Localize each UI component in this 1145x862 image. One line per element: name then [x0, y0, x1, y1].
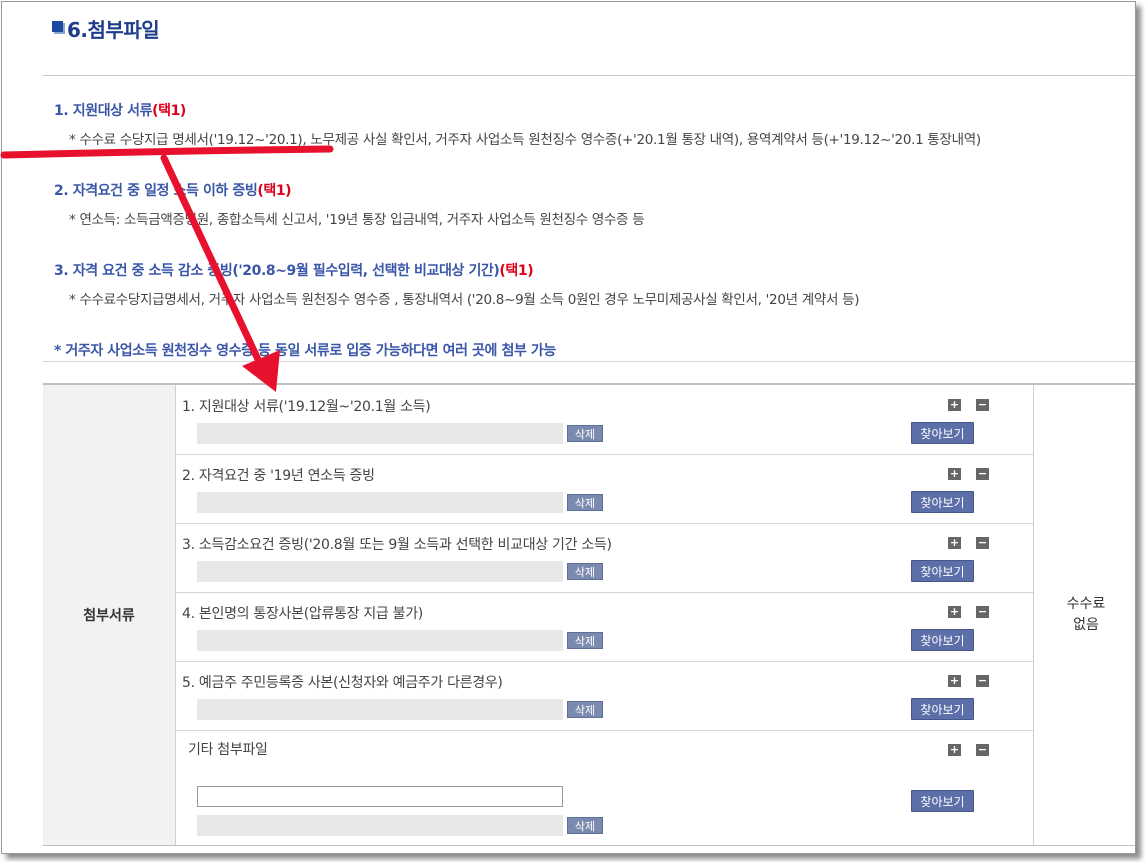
- remove-row-button[interactable]: −: [976, 606, 989, 618]
- add-row-button[interactable]: +: [948, 399, 961, 411]
- delete-button[interactable]: 삭제: [567, 425, 603, 442]
- row-controls: + −: [948, 399, 989, 411]
- file-path-input[interactable]: [197, 786, 563, 807]
- delete-button[interactable]: 삭제: [567, 632, 603, 649]
- delete-button[interactable]: 삭제: [567, 494, 603, 511]
- requirement-title: 2. 자격요건 중 일정 소득 이하 증빙(택1): [54, 183, 292, 199]
- attachment-row-5: 5. 예금주 주민등록증 사본(신청자와 예금주가 다른경우) + − 삭제 찾…: [176, 661, 1033, 731]
- divider: [43, 361, 1135, 362]
- attachment-row-2: 2. 자격요건 중 '19년 연소득 증빙 + − 삭제 찾아보기: [176, 454, 1033, 524]
- attachment-label: 첨부서류: [43, 385, 176, 845]
- add-row-button[interactable]: +: [948, 537, 961, 549]
- add-row-button[interactable]: +: [948, 606, 961, 618]
- requirement-title: 1. 지원대상 서류(택1): [54, 103, 186, 119]
- file-name-field[interactable]: [197, 815, 563, 836]
- browse-button[interactable]: 찾아보기: [911, 698, 974, 720]
- add-row-button[interactable]: +: [948, 468, 961, 480]
- attachment-row-etc: 기타 첨부파일 + − 찾아보기 삭제: [176, 730, 1033, 844]
- attachment-row-3: 3. 소득감소요건 증빙('20.8월 또는 9월 소득과 선택한 비교대상 기…: [176, 523, 1033, 593]
- requirement-title: 3. 자격 요건 중 소득 감소 증빙('20.8~9월 필수입력, 선택한 비…: [54, 263, 534, 279]
- requirement-item-2: 2. 자격요건 중 일정 소득 이하 증빙(택1) * 연소득: 소득금액증명원…: [54, 180, 645, 228]
- attachment-row-label: 2. 자격요건 중 '19년 연소득 증빙: [182, 468, 375, 484]
- remove-row-button[interactable]: −: [976, 468, 989, 480]
- browse-button[interactable]: 찾아보기: [911, 560, 974, 582]
- attachment-row-label: 4. 본인명의 통장사본(압류통장 지급 불가): [182, 606, 423, 622]
- attachment-note: * 거주자 사업소득 원천징수 영수증 등 동일 서류로 입증 가능하다면 여러…: [54, 343, 556, 359]
- row-controls: + −: [948, 606, 989, 618]
- square-bullet-icon: [52, 20, 63, 32]
- browse-button[interactable]: 찾아보기: [911, 790, 974, 812]
- attachment-row-label: 5. 예금주 주민등록증 사본(신청자와 예금주가 다른경우): [182, 675, 503, 691]
- attachment-row-label: 기타 첨부파일: [188, 742, 268, 758]
- requirement-item-1: 1. 지원대상 서류(택1) * 수수료 수당지급 명세서('19.12~'20…: [54, 100, 981, 148]
- file-name-field[interactable]: [197, 561, 563, 582]
- requirement-desc: * 연소득: 소득금액증명원, 종합소득세 신고서, '19년 통장 입금내역,…: [69, 212, 645, 228]
- add-row-button[interactable]: +: [948, 675, 961, 687]
- remove-row-button[interactable]: −: [976, 399, 989, 411]
- attachment-row-label: 1. 지원대상 서류('19.12월~'20.1월 소득): [182, 399, 431, 415]
- attachment-row-4: 4. 본인명의 통장사본(압류통장 지급 불가) + − 삭제 찾아보기: [176, 592, 1033, 662]
- remove-row-button[interactable]: −: [976, 675, 989, 687]
- section-heading: 6.첨부파일: [52, 14, 160, 42]
- row-controls: + −: [948, 675, 989, 687]
- section-title: 6.첨부파일: [67, 17, 160, 42]
- remove-row-button[interactable]: −: [976, 537, 989, 549]
- divider: [43, 75, 1135, 76]
- add-row-button[interactable]: +: [948, 744, 961, 756]
- attachment-table: 첨부서류 1. 지원대상 서류('19.12월~'20.1월 소득) + − 삭…: [43, 383, 1135, 846]
- row-controls: + −: [948, 537, 989, 549]
- remove-row-button[interactable]: −: [976, 744, 989, 756]
- requirement-item-3: 3. 자격 요건 중 소득 감소 증빙('20.8~9월 필수입력, 선택한 비…: [54, 260, 859, 308]
- delete-button[interactable]: 삭제: [567, 817, 603, 834]
- delete-button[interactable]: 삭제: [567, 563, 603, 580]
- row-controls: + −: [948, 468, 989, 480]
- delete-button[interactable]: 삭제: [567, 701, 603, 718]
- browse-button[interactable]: 찾아보기: [911, 491, 974, 513]
- file-name-field[interactable]: [197, 492, 563, 513]
- browse-button[interactable]: 찾아보기: [911, 629, 974, 651]
- fee-cell: 수수료 없음: [1033, 385, 1135, 845]
- attachment-row-label: 3. 소득감소요건 증빙('20.8월 또는 9월 소득과 선택한 비교대상 기…: [182, 537, 612, 553]
- file-name-field[interactable]: [197, 630, 563, 651]
- attachment-row-1: 1. 지원대상 서류('19.12월~'20.1월 소득) + − 삭제 찾아보…: [176, 385, 1033, 455]
- row-controls: + −: [948, 744, 989, 756]
- requirement-desc: * 수수료 수당지급 명세서('19.12~'20.1), 노무제공 사실 확인…: [69, 132, 981, 148]
- browse-button[interactable]: 찾아보기: [911, 422, 974, 444]
- file-name-field[interactable]: [197, 423, 563, 444]
- page-frame: 6.첨부파일 1. 지원대상 서류(택1) * 수수료 수당지급 명세서('19…: [1, 1, 1136, 854]
- file-name-field[interactable]: [197, 699, 563, 720]
- requirement-desc: * 수수료수당지급명세서, 거주자 사업소득 원천징수 영수증 , 통장내역서 …: [69, 292, 860, 308]
